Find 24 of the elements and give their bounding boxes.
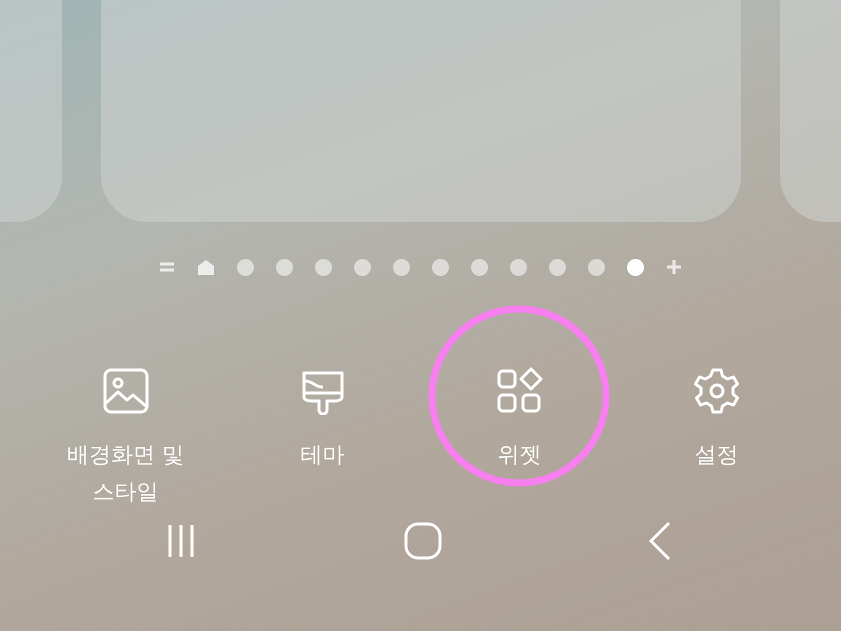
option-label[interactable]: 위젯	[450, 437, 590, 474]
option-label[interactable]: 테마	[252, 437, 392, 474]
page-dot[interactable]	[588, 258, 605, 276]
page-dot[interactable]	[393, 258, 410, 276]
widgets-icon[interactable]	[496, 367, 544, 415]
option-label[interactable]: 배경화면 및 스타일	[56, 437, 196, 511]
settings-icon[interactable]	[692, 367, 740, 415]
option-label[interactable]: 설정	[646, 437, 786, 474]
page-preview-card[interactable]	[100, 0, 740, 222]
page-dot[interactable]	[276, 258, 293, 276]
page-dot[interactable]	[237, 258, 254, 276]
add-page-icon[interactable]	[666, 259, 682, 275]
back-icon[interactable]	[647, 521, 673, 561]
page-dot[interactable]	[354, 258, 371, 276]
reorder-icon[interactable]	[159, 260, 175, 274]
page-dot[interactable]	[627, 258, 644, 276]
home-icon[interactable]	[404, 522, 442, 560]
home-page-icon[interactable]	[197, 259, 215, 275]
page-dot[interactable]	[315, 258, 332, 276]
page-dot[interactable]	[471, 258, 488, 276]
page-dot[interactable]	[510, 258, 527, 276]
page-dot[interactable]	[549, 258, 566, 276]
page-dot[interactable]	[432, 258, 449, 276]
image-icon[interactable]	[102, 367, 150, 415]
